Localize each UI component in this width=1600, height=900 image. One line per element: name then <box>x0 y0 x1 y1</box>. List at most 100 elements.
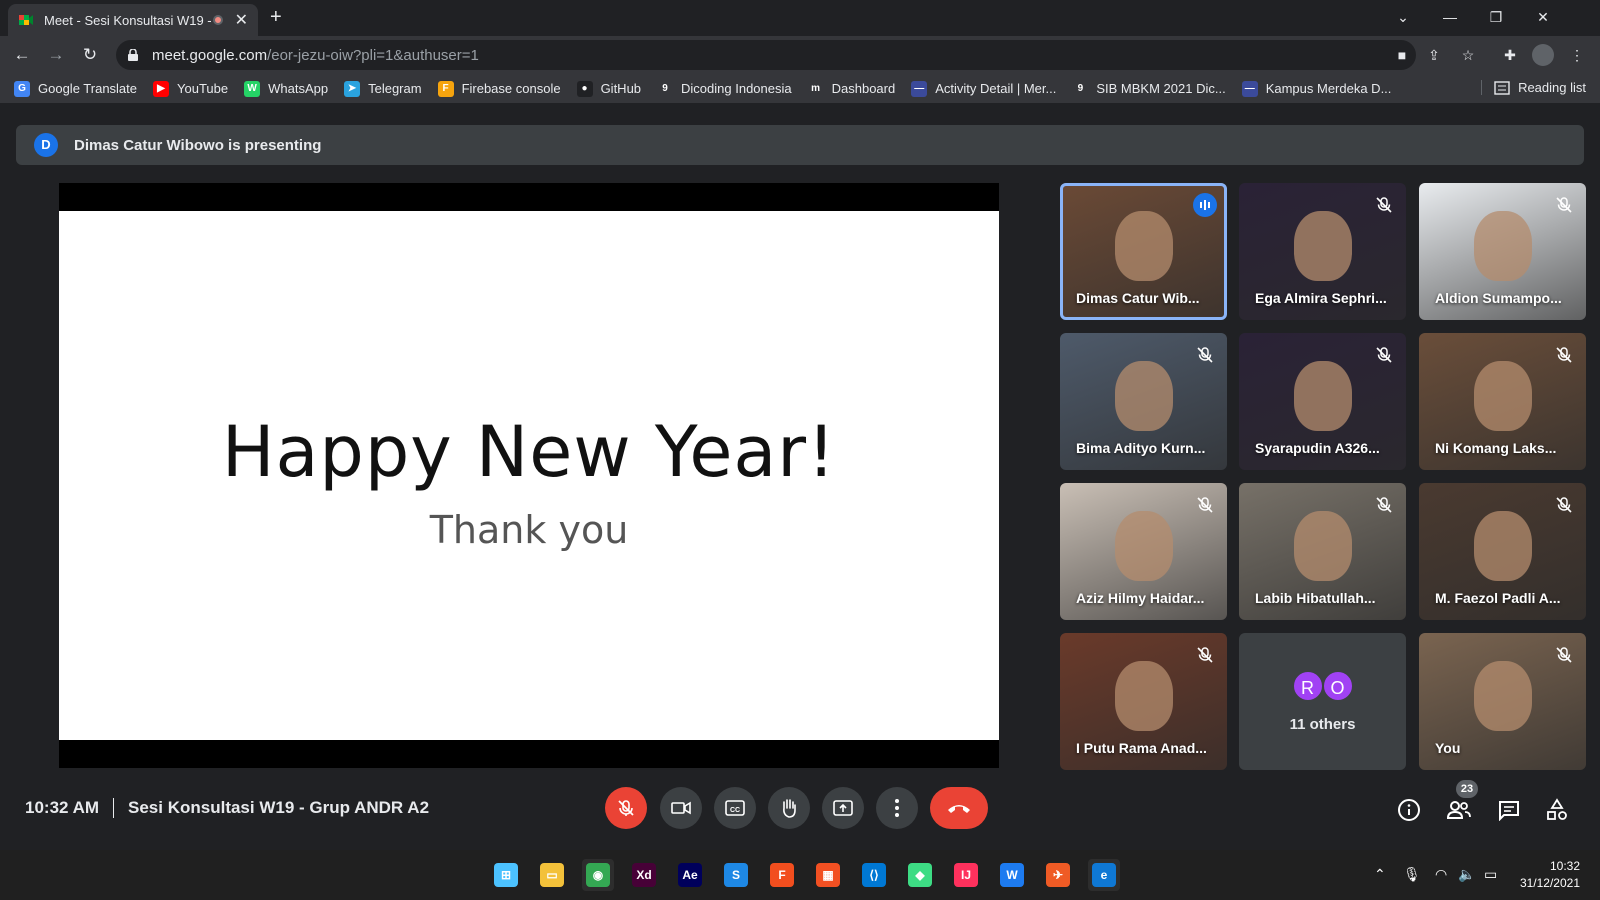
participant-video <box>1114 661 1173 731</box>
participant-tile[interactable]: Ega Almira Sephri... <box>1239 183 1406 320</box>
new-tab-button[interactable]: + <box>270 6 282 29</box>
reading-list-button[interactable]: Reading list <box>1481 80 1586 95</box>
volume-icon[interactable]: 🔈 <box>1458 866 1475 883</box>
presenter-avatar: D <box>34 133 58 157</box>
bookmark-star-icon[interactable]: ☆ <box>1458 45 1478 65</box>
tab-search-icon[interactable]: ⌄ <box>1380 4 1426 30</box>
back-button[interactable]: ← <box>9 42 35 68</box>
bookmark-item[interactable]: 9 SIB MBKM 2021 Dic... <box>1072 80 1226 97</box>
chrome-icon[interactable]: ◉ <box>582 859 614 891</box>
chat-button[interactable] <box>1496 797 1522 823</box>
file-explorer-icon[interactable]: ▭ <box>536 859 568 891</box>
browser-tab[interactable]: Meet - Sesi Konsultasi W19 - ✕ <box>8 4 258 36</box>
mic-off-icon <box>618 800 634 816</box>
wifi-icon[interactable]: ◠ <box>1435 866 1447 883</box>
participant-tile[interactable]: I Putu Rama Anad... <box>1060 633 1227 770</box>
extensions-icon[interactable]: ✚ <box>1500 45 1520 65</box>
participant-name: Aldion Sumampo... <box>1435 290 1562 306</box>
microphone-icon[interactable]: 🎙 <box>1403 866 1421 883</box>
participant-tile[interactable]: M. Faezol Padli A... <box>1419 483 1586 620</box>
activities-icon <box>1547 798 1567 820</box>
after-effects-icon[interactable]: Ae <box>674 859 706 891</box>
leave-call-button[interactable] <box>930 787 988 829</box>
dicoding-icon: 9 <box>657 80 674 97</box>
hand-icon <box>783 799 796 818</box>
raise-hand-button[interactable] <box>768 787 810 829</box>
bookmark-item[interactable]: ➤ Telegram <box>344 80 422 97</box>
system-clock[interactable]: 10:32 31/12/2021 <box>1520 858 1580 892</box>
minimize-button[interactable]: — <box>1427 4 1473 30</box>
show-hidden-icons[interactable]: ⌃ <box>1374 866 1386 883</box>
participant-name: Ega Almira Sephri... <box>1255 290 1387 306</box>
camera-in-use-icon[interactable]: ■ <box>1392 45 1412 65</box>
bookmark-item[interactable]: — Kampus Merdeka D... <box>1241 80 1392 97</box>
muted-mic-icon <box>1554 195 1574 215</box>
bookmark-item[interactable]: ▶ YouTube <box>153 80 229 97</box>
activities-button[interactable] <box>1544 797 1570 823</box>
bookmark-item[interactable]: ● GitHub <box>576 80 641 97</box>
share-icon[interactable]: ⇪ <box>1424 45 1444 65</box>
bookmark-label: Activity Detail | Mer... <box>935 81 1057 96</box>
present-screen-icon <box>833 800 853 816</box>
sketch-like-icon[interactable]: S <box>720 859 752 891</box>
meeting-details-button[interactable] <box>1396 797 1422 823</box>
closed-captions-icon: CC <box>725 800 745 816</box>
bookmark-label: Dashboard <box>831 81 896 96</box>
present-now-button[interactable] <box>822 787 864 829</box>
bookmark-item[interactable]: 9 Dicoding Indonesia <box>657 80 792 97</box>
chrome-menu-icon[interactable]: ⋮ <box>1567 45 1587 65</box>
participant-tile[interactable]: Aldion Sumampo... <box>1419 183 1586 320</box>
vscode-icon[interactable]: ⟨⟩ <box>858 859 890 891</box>
captions-button[interactable]: CC <box>714 787 756 829</box>
intellij-icon[interactable]: IJ <box>950 859 982 891</box>
android-studio-icon[interactable]: ◆ <box>904 859 936 891</box>
bookmark-label: YouTube <box>177 81 229 96</box>
participant-tile[interactable]: Labib Hibatullah... <box>1239 483 1406 620</box>
svg-text:CC: CC <box>730 807 740 814</box>
windows-taskbar: ⊞ ▭ ◉ Xd Ae S F ▦ ⟨⟩ ◆ IJ W ✈ e ⌃ 🎙 ◠ 🔈 ▭ 10:32 31/12… <box>0 850 1600 900</box>
close-tab-icon[interactable]: ✕ <box>235 10 248 30</box>
people-button[interactable] <box>1446 797 1472 823</box>
reading-list-icon <box>1494 80 1510 95</box>
participant-video <box>1293 511 1352 581</box>
participant-tile[interactable]: Ni Komang Laks... <box>1419 333 1586 470</box>
bookmark-label: Kampus Merdeka D... <box>1265 81 1392 96</box>
participant-tile[interactable]: You <box>1419 633 1586 770</box>
close-window-button[interactable]: ✕ <box>1520 4 1566 30</box>
participant-tile[interactable]: Syarapudin A326... <box>1239 333 1406 470</box>
bookmark-item[interactable]: m Dashboard <box>807 80 896 97</box>
forward-button[interactable]: → <box>43 42 69 68</box>
lock-icon <box>128 49 138 61</box>
address-bar[interactable]: meet.google.com/eor-jezu-oiw?pli=1&authu… <box>116 40 1416 70</box>
figma-icon[interactable]: F <box>766 859 798 891</box>
chat-icon <box>1499 801 1519 821</box>
participant-tile[interactable]: Aziz Hilmy Haidar... <box>1060 483 1227 620</box>
bookmark-item[interactable]: G Google Translate <box>14 80 137 97</box>
microsoft-store-icon[interactable]: ▦ <box>812 859 844 891</box>
bookmark-item[interactable]: F Firebase console <box>437 80 561 97</box>
more-options-button[interactable] <box>876 787 918 829</box>
others-tile[interactable]: R O 11 others <box>1239 633 1406 770</box>
adobe-xd-icon[interactable]: Xd <box>628 859 660 891</box>
webstorm-icon[interactable]: W <box>996 859 1028 891</box>
bookmark-item[interactable]: W WhatsApp <box>244 80 328 97</box>
participant-tile[interactable]: Dimas Catur Wib... <box>1060 183 1227 320</box>
restore-button[interactable]: ❐ <box>1473 4 1519 30</box>
participant-name: M. Faezol Padli A... <box>1435 590 1561 606</box>
participant-tile[interactable]: Bima Adityo Kurn... <box>1060 333 1227 470</box>
bookmark-item[interactable]: — Activity Detail | Mer... <box>911 80 1057 97</box>
battery-icon[interactable]: ▭ <box>1484 866 1497 883</box>
camera-button[interactable] <box>660 787 702 829</box>
muted-mic-icon <box>1195 645 1215 665</box>
participant-video <box>1293 211 1352 281</box>
postman-icon[interactable]: ✈ <box>1042 859 1074 891</box>
bookmark-label: Firebase console <box>461 81 561 96</box>
more-vert-icon <box>895 799 899 817</box>
profile-avatar[interactable] <box>1532 44 1554 66</box>
slide-subtitle: Thank you <box>429 508 629 552</box>
others-avatars: RO <box>1291 670 1354 702</box>
start-icon[interactable]: ⊞ <box>490 859 522 891</box>
edge-icon[interactable]: e <box>1088 859 1120 891</box>
reload-button[interactable]: ↻ <box>77 42 103 68</box>
mic-muted-button[interactable] <box>605 787 647 829</box>
